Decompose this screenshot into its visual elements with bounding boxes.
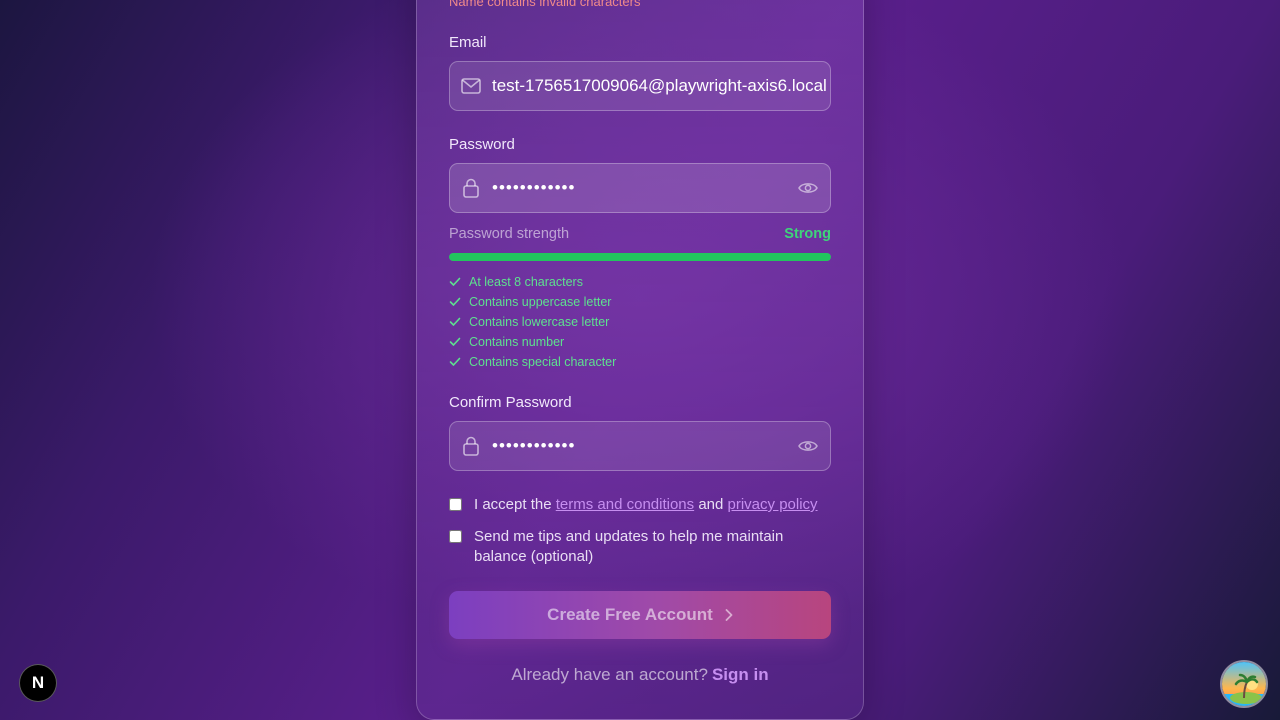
avatar[interactable] <box>1220 660 1268 708</box>
lock-icon <box>450 178 492 198</box>
mail-icon <box>450 78 492 94</box>
create-account-label: Create Free Account <box>547 605 713 624</box>
password-value: •••••••••••• <box>492 178 576 197</box>
password-requirements: At least 8 characters Contains uppercase … <box>449 272 616 372</box>
requirement-item: At least 8 characters <box>449 272 616 292</box>
signin-prompt: Already have an account? <box>511 665 708 684</box>
requirement-label: Contains lowercase letter <box>469 315 610 329</box>
confirm-password-label: Confirm Password <box>449 394 572 411</box>
check-icon <box>449 277 461 286</box>
name-error-message: Name contains invalid characters <box>449 0 641 9</box>
signin-prompt-row: Already have an account? Sign in <box>449 665 831 685</box>
requirement-item: Contains special character <box>449 352 616 372</box>
show-password-eye-icon[interactable] <box>786 181 830 195</box>
email-label: Email <box>449 34 487 51</box>
email-value: test-1756517009064@playwright-axis6.loca… <box>492 76 827 95</box>
nextjs-logo-icon: N <box>31 673 45 692</box>
updates-checkbox-row: Send me tips and updates to help me main… <box>449 527 789 567</box>
password-strength-row: Password strength Strong <box>449 226 831 242</box>
terms-checkbox-row: I accept the terms and conditions and pr… <box>449 495 818 515</box>
check-icon <box>449 297 461 306</box>
terms-link[interactable]: terms and conditions <box>556 496 694 513</box>
requirement-label: Contains number <box>469 335 565 349</box>
terms-checkbox[interactable] <box>449 498 462 511</box>
nextjs-dev-badge[interactable]: N <box>19 664 57 702</box>
strength-value: Strong <box>784 226 831 242</box>
lock-icon <box>450 436 492 456</box>
terms-prefix: I accept the <box>474 496 552 513</box>
privacy-link[interactable]: privacy policy <box>728 496 818 513</box>
requirement-label: Contains special character <box>469 355 617 369</box>
email-field[interactable]: test-1756517009064@playwright-axis6.loca… <box>449 61 831 111</box>
strength-label: Password strength <box>449 226 570 242</box>
strength-bar <box>449 253 831 261</box>
requirement-label: Contains uppercase letter <box>469 295 612 309</box>
confirm-password-value: •••••••••••• <box>492 436 576 455</box>
chevron-right-icon <box>725 609 733 621</box>
island-avatar-icon <box>1222 662 1266 706</box>
check-icon <box>449 357 461 366</box>
check-icon <box>449 317 461 326</box>
updates-checkbox[interactable] <box>449 530 462 543</box>
check-icon <box>449 337 461 346</box>
password-field[interactable]: •••••••••••• <box>449 163 831 213</box>
strength-bar-fill <box>449 253 831 261</box>
password-label: Password <box>449 136 515 153</box>
create-account-button[interactable]: Create Free Account <box>449 591 831 639</box>
requirement-item: Contains number <box>449 332 616 352</box>
signin-link[interactable]: Sign in <box>712 665 769 684</box>
requirement-label: At least 8 characters <box>469 275 583 289</box>
requirement-item: Contains lowercase letter <box>449 312 616 332</box>
terms-text: I accept the terms and conditions and pr… <box>474 495 818 515</box>
show-confirm-password-eye-icon[interactable] <box>786 439 830 453</box>
terms-and: and <box>698 496 724 513</box>
updates-text: Send me tips and updates to help me main… <box>474 528 784 565</box>
confirm-password-field[interactable]: •••••••••••• <box>449 421 831 471</box>
requirement-item: Contains uppercase letter <box>449 292 616 312</box>
